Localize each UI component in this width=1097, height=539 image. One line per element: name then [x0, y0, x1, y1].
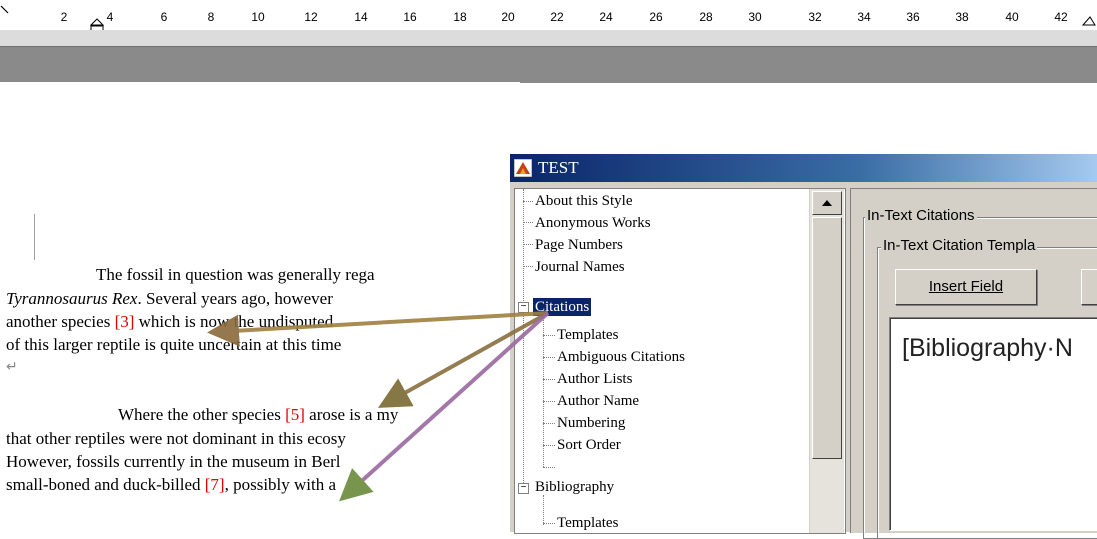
annotation-arrows	[207, 311, 550, 502]
arrow-to-citation-7	[339, 311, 550, 502]
arrow-to-citation-5	[378, 311, 549, 408]
arrow-to-citation-3	[207, 311, 549, 347]
